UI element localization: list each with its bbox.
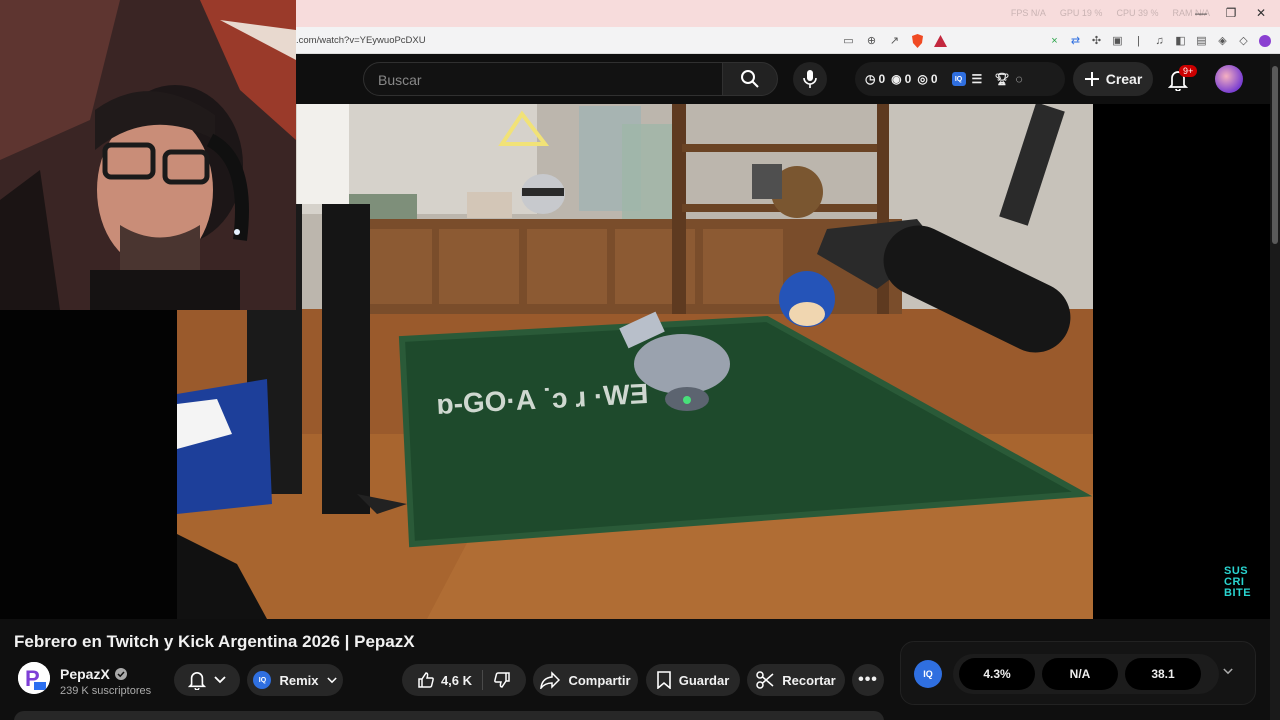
gpu-stat: GPU 19 % — [1059, 8, 1103, 18]
clip-button[interactable]: Recortar — [747, 664, 845, 696]
leo-icon[interactable] — [1256, 32, 1273, 49]
streamer-webcam — [0, 0, 296, 310]
url-field[interactable]: .com/watch?v=YEywuoPcDXU — [296, 35, 426, 46]
channel-name-row[interactable]: PepazX — [60, 666, 127, 682]
iq-icon[interactable]: IQ — [914, 660, 942, 688]
more-actions-button[interactable]: ••• — [852, 664, 884, 696]
vpn-icon[interactable]: ◈ — [1214, 32, 1231, 49]
page-scrollbar[interactable] — [1270, 54, 1280, 720]
webcam-overlay — [0, 0, 296, 310]
overlay-stats: FPS N/A GPU 19 % CPU 39 % RAM N/A — [1011, 8, 1210, 18]
save-button[interactable]: Guardar — [646, 664, 740, 696]
thumbs-down-icon — [494, 672, 510, 688]
trophy-icon[interactable]: 🏆︎ — [994, 72, 1009, 86]
like-dislike-group: 4,6 K — [402, 664, 526, 696]
subscribe-watermark[interactable]: SUS CRI BITE — [1224, 566, 1260, 599]
music-icon[interactable]: ♫ — [1151, 32, 1168, 49]
clip-label: Recortar — [782, 672, 836, 688]
create-button[interactable]: Crear — [1073, 62, 1153, 96]
player-letterbox-right — [1093, 104, 1270, 619]
chevron-down-icon[interactable] — [1223, 666, 1233, 678]
puzzle-icon[interactable]: ✣ — [1088, 32, 1105, 49]
video-player[interactable]: ɒ-GO·A ˙ɔ ɹ ·WƎ — [177, 104, 1093, 619]
remix-label: Remix — [279, 672, 319, 688]
sidebar-icon[interactable]: ◧ — [1172, 32, 1189, 49]
restore-button[interactable]: ❐ — [1218, 2, 1244, 24]
bookmark-icon — [656, 671, 671, 689]
share-icon — [540, 671, 561, 689]
channel-avatar[interactable]: P — [18, 662, 50, 694]
channel-name[interactable]: PepazX — [60, 666, 110, 682]
thumbs-up-icon — [418, 672, 434, 688]
shield-icon[interactable]: ◇ — [1235, 32, 1252, 49]
stat-na: N/A — [1042, 658, 1118, 690]
iq-stats-panel: IQ 4.3% N/A 38.1 — [900, 641, 1256, 705]
chevron-down-icon — [214, 676, 226, 684]
like-count: 4,6 K — [440, 672, 473, 688]
share-label: Compartir — [568, 672, 631, 688]
counter-eye[interactable]: ◉ 0 — [891, 72, 911, 86]
search-button[interactable] — [722, 62, 778, 96]
fps-stat: FPS N/A — [1010, 8, 1046, 18]
cpu-stat: CPU 39 % — [1116, 8, 1159, 18]
clock-icon: ◷ — [865, 72, 876, 86]
divider-icon: | — [1137, 34, 1140, 47]
create-label: Crear — [1105, 71, 1143, 87]
divider — [482, 670, 484, 690]
subscribed-notifications-button[interactable] — [174, 664, 240, 696]
more-dots-icon: ••• — [858, 671, 878, 688]
scrollbar-thumb[interactable] — [1272, 66, 1278, 244]
remix-button[interactable]: IQ Remix — [247, 664, 343, 696]
like-button[interactable]: 4,6 K — [417, 671, 472, 689]
share-page-icon[interactable]: ↗ — [886, 32, 903, 49]
microphone-icon — [803, 70, 817, 88]
stat-percent: 4.3% — [959, 658, 1035, 690]
eye-icon: ◉ — [891, 72, 902, 86]
tab-icon[interactable]: ▣ — [1109, 32, 1126, 49]
counter-eye-off[interactable]: ◎ 0 — [917, 72, 937, 86]
share-button[interactable]: Compartir — [533, 664, 638, 696]
zoom-icon[interactable]: ⊕ — [863, 32, 880, 49]
chevron-down-icon — [326, 676, 337, 683]
translate-icon[interactable]: ⇄ — [1067, 32, 1084, 49]
extensions-bar: × ⇄ ✣ ▣ | ♫ ◧ ▤ ◈ ◇ ≡ — [1046, 32, 1280, 49]
stats-container: 4.3% N/A 38.1 — [953, 654, 1219, 694]
save-label: Guardar — [678, 672, 730, 688]
extension-x-icon[interactable]: × — [1046, 32, 1063, 49]
player-letterbox-left — [0, 310, 177, 619]
video-frame: ɒ-GO·A ˙ɔ ɹ ·WƎ — [177, 104, 1093, 619]
youtube-watch-page: FPS N/A GPU 19 % CPU 39 % RAM N/A — ❐ ✕ … — [0, 0, 1280, 720]
list-icon[interactable]: ☰ — [972, 72, 983, 86]
account-avatar[interactable] — [1215, 65, 1243, 93]
search-input[interactable]: Buscar — [363, 62, 723, 96]
minimize-button[interactable]: — — [1188, 2, 1214, 24]
voice-search-button[interactable] — [793, 62, 827, 96]
extension-counters: ◷ 0 ◉ 0 ◎ 0 IQ ☰ 🏆︎ ◌ — [855, 62, 1065, 96]
iq-icon[interactable]: IQ — [951, 72, 966, 86]
description-box[interactable] — [14, 711, 884, 720]
dislike-button[interactable] — [493, 671, 511, 689]
iq-icon: IQ — [253, 671, 272, 689]
search-placeholder: Buscar — [378, 72, 422, 88]
stat-score: 38.1 — [1125, 658, 1201, 690]
verified-check-icon — [114, 668, 127, 680]
brave-shield-icon[interactable] — [909, 32, 926, 49]
close-window-button[interactable]: ✕ — [1248, 2, 1274, 24]
brave-rewards-icon[interactable] — [932, 32, 949, 49]
cast-icon[interactable]: ▭ — [840, 32, 857, 49]
plus-icon — [1084, 72, 1099, 86]
chat-icon[interactable]: ◌ — [1016, 72, 1023, 86]
notification-count-badge: 9+ — [1179, 65, 1198, 77]
search-icon — [741, 70, 759, 88]
subscriber-count: 239 K suscriptores — [60, 685, 152, 697]
eye-off-icon: ◎ — [917, 72, 928, 86]
wallet-icon[interactable]: ▤ — [1193, 32, 1210, 49]
video-title: Febrero en Twitch y Kick Argentina 2026 … — [14, 632, 415, 651]
counter-clock[interactable]: ◷ 0 — [865, 72, 885, 86]
bell-icon — [188, 672, 206, 690]
scissors-icon — [756, 671, 774, 689]
